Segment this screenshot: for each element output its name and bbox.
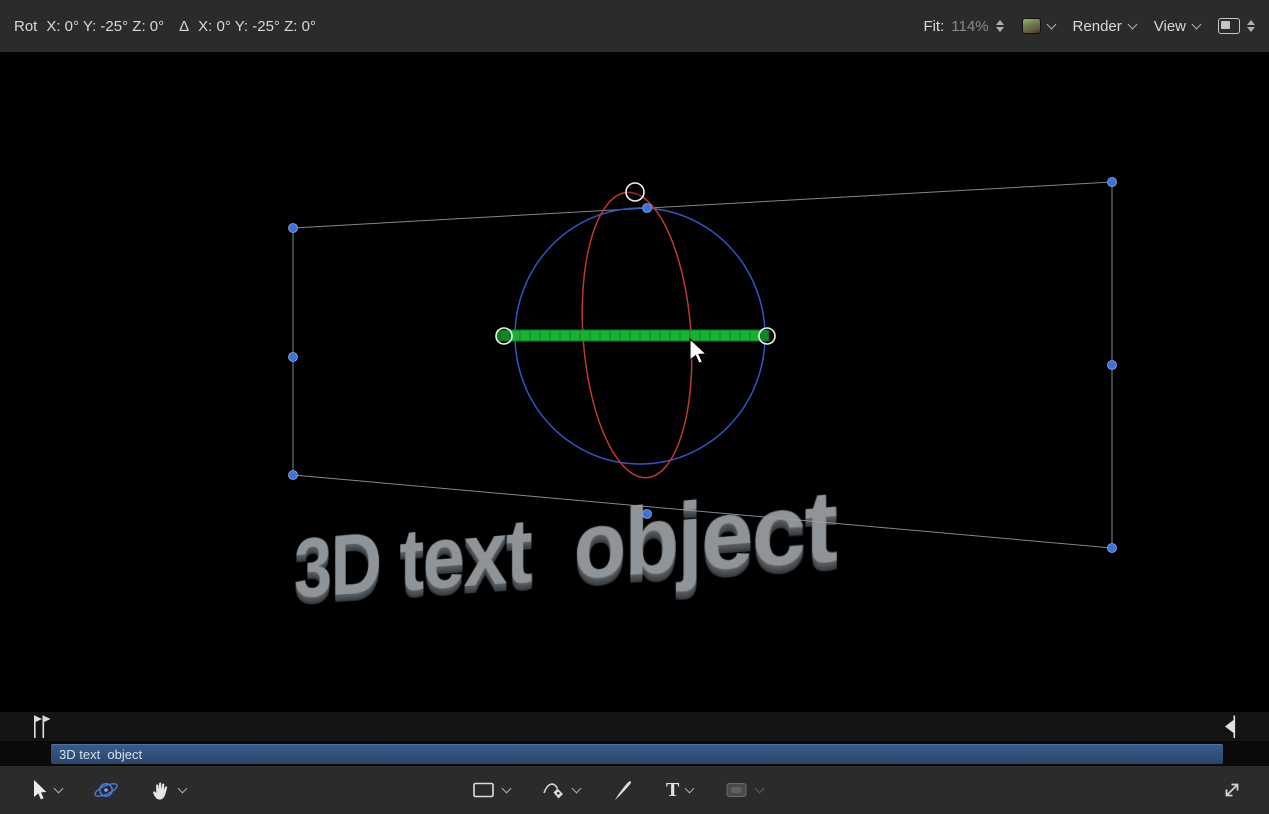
select-arrow-icon xyxy=(30,779,48,801)
color-channels-icon xyxy=(1022,18,1041,34)
rot-label: Rot xyxy=(14,18,37,35)
track-label: 3D text object xyxy=(59,747,142,762)
3d-transform-atom-icon xyxy=(92,778,120,802)
pan-hand-icon xyxy=(150,779,172,801)
play-range-out-marker[interactable] xyxy=(1221,714,1239,740)
text-tool-icon: T xyxy=(666,779,679,802)
rotate-y-handle-bar[interactable] xyxy=(497,330,769,341)
mask-tool-button-disabled[interactable] xyxy=(725,780,763,800)
zoom-fit-control[interactable]: Fit: 114% xyxy=(923,18,1003,35)
delta-values: X: 0° Y: -25° Z: 0° xyxy=(198,18,316,35)
chevron-down-icon xyxy=(1127,19,1137,29)
layout-stepper-icon[interactable] xyxy=(1247,20,1255,32)
motion-canvas-window: Rot X: 0° Y: -25° Z: 0° Δ X: 0° Y: -25° … xyxy=(0,0,1269,814)
rotation-handle-right[interactable] xyxy=(759,328,775,344)
status-toolbar: Rot X: 0° Y: -25° Z: 0° Δ X: 0° Y: -25° … xyxy=(0,0,1269,52)
tools-toolbar: T xyxy=(0,766,1269,814)
render-menu[interactable]: Render xyxy=(1073,18,1136,35)
selection-handle[interactable] xyxy=(643,204,652,213)
selection-handle[interactable] xyxy=(1108,178,1117,187)
chevron-down-icon xyxy=(755,783,765,793)
text-tool-button[interactable]: T xyxy=(666,779,693,802)
rectangle-tool-button[interactable] xyxy=(472,780,510,800)
view-layout-icon xyxy=(1218,18,1240,34)
paint-stroke-tool-button[interactable] xyxy=(612,779,634,801)
expand-diagonal-icon xyxy=(1221,779,1243,801)
chevron-down-icon xyxy=(178,783,188,793)
chevron-down-icon xyxy=(1192,19,1202,29)
rotation-status: Rot X: 0° Y: -25° Z: 0° Δ X: 0° Y: -25° … xyxy=(14,18,316,35)
selection-handle[interactable] xyxy=(289,353,298,362)
paint-stroke-icon xyxy=(612,779,634,801)
bezier-tool-button[interactable] xyxy=(542,778,580,802)
chevron-down-icon xyxy=(54,783,64,793)
transform-3d-tool-button[interactable] xyxy=(92,778,120,802)
selection-overlay xyxy=(0,52,1269,712)
view-label: View xyxy=(1154,18,1186,35)
timeline-track-row: 3D text object xyxy=(0,741,1269,766)
fit-stepper-icon[interactable] xyxy=(996,20,1004,32)
channels-control[interactable] xyxy=(1022,18,1055,34)
mini-timeline[interactable] xyxy=(0,712,1269,741)
chevron-down-icon xyxy=(572,783,582,793)
select-tool-button[interactable] xyxy=(30,779,62,801)
view-menu[interactable]: View xyxy=(1154,18,1200,35)
selection-handle[interactable] xyxy=(289,224,298,233)
selection-handle[interactable] xyxy=(643,510,652,519)
expand-view-button[interactable] xyxy=(1221,779,1243,801)
pan-tool-button[interactable] xyxy=(150,779,186,801)
play-range-in-marker[interactable] xyxy=(30,714,54,740)
chevron-down-icon xyxy=(502,783,512,793)
selection-handle[interactable] xyxy=(1108,544,1117,553)
fit-value: 114% xyxy=(951,18,988,35)
image-mask-icon xyxy=(725,780,749,800)
bezier-pen-icon xyxy=(542,778,566,802)
delta-symbol: Δ xyxy=(179,18,189,35)
selection-handle[interactable] xyxy=(289,471,298,480)
render-label: Render xyxy=(1073,18,1122,35)
chevron-down-icon xyxy=(1046,19,1056,29)
selection-handle[interactable] xyxy=(1108,361,1117,370)
rectangle-tool-icon xyxy=(472,780,496,800)
rotation-handle-left[interactable] xyxy=(496,328,512,344)
window-layout-control[interactable] xyxy=(1218,18,1255,34)
selection-bounding-box[interactable] xyxy=(293,182,1112,548)
canvas-viewport[interactable]: 3D text object in a 2D project xyxy=(0,52,1269,712)
chevron-down-icon xyxy=(685,783,695,793)
rot-values: X: 0° Y: -25° Z: 0° xyxy=(46,18,164,35)
fit-label: Fit: xyxy=(923,18,944,35)
rotation-handle-top[interactable] xyxy=(626,183,644,201)
timeline-track-bar[interactable]: 3D text object xyxy=(51,744,1223,764)
